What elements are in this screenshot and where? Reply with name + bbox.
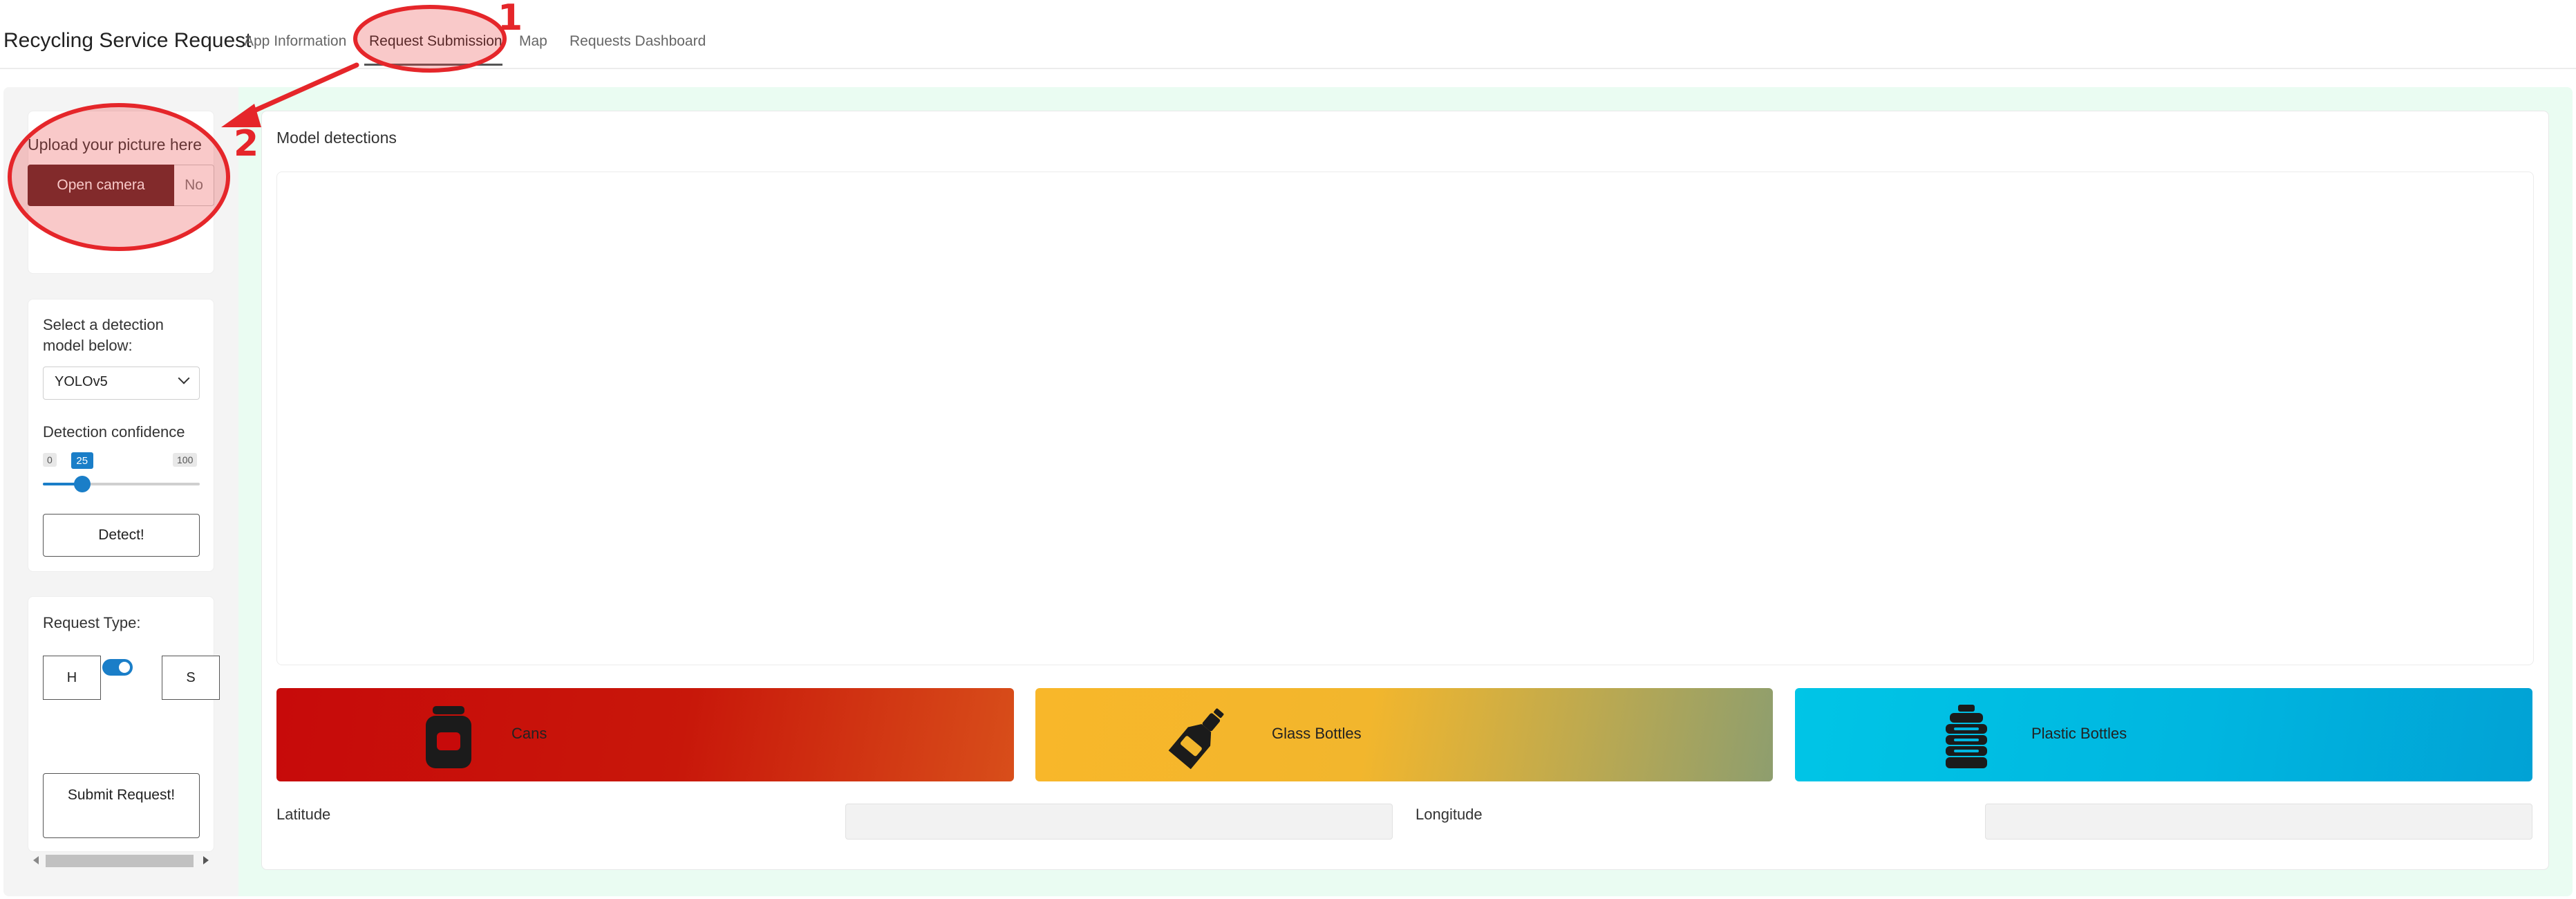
slider-min-label: 0 xyxy=(43,453,57,467)
request-type-label: Request Type: xyxy=(43,614,141,631)
slider-max-label: 100 xyxy=(173,453,198,467)
detect-button[interactable]: Detect! xyxy=(43,514,200,557)
confidence-label: Detection confidence xyxy=(43,423,185,441)
annotation-number-2: 2 xyxy=(234,123,259,165)
request-type-h-button[interactable]: H xyxy=(43,656,101,700)
can-icon xyxy=(426,706,471,768)
model-select-label: Select a detection model below: xyxy=(43,316,164,354)
latitude-field[interactable] xyxy=(845,804,1393,840)
request-type-s-label: S xyxy=(186,669,196,685)
scrollbar-thumb[interactable] xyxy=(46,855,194,867)
request-type-toggle[interactable] xyxy=(102,659,133,676)
chevron-down-icon xyxy=(178,372,190,384)
active-tab-indicator xyxy=(364,64,502,66)
plastic-bottles-category-card[interactable]: Plastic Bottles xyxy=(1795,688,2532,781)
longitude-label: Longitude xyxy=(1416,806,1483,823)
app-title: Recycling Service Request xyxy=(3,29,252,52)
glass-bottles-label: Glass Bottles xyxy=(1272,725,1362,742)
sidebar-horizontal-scrollbar[interactable] xyxy=(30,853,211,869)
scroll-left-arrow-icon[interactable] xyxy=(33,856,39,864)
plastic-bottle-icon xyxy=(1946,705,1987,768)
plastic-bottles-label: Plastic Bottles xyxy=(2031,725,2127,742)
cans-label: Cans xyxy=(511,725,547,742)
model-select-value: YOLOv5 xyxy=(55,374,108,389)
slider-value-badge: 25 xyxy=(70,452,93,469)
submit-request-button[interactable]: Submit Request! xyxy=(43,773,200,838)
glass-bottles-category-card[interactable]: Glass Bottles xyxy=(1035,688,1773,781)
file-status-field[interactable]: No xyxy=(174,165,214,206)
tab-map[interactable]: Map xyxy=(519,33,547,50)
scroll-right-arrow-icon[interactable] xyxy=(203,856,209,864)
longitude-field[interactable] xyxy=(1985,804,2532,840)
cans-category-card[interactable]: Cans xyxy=(276,688,1014,781)
confidence-slider-handle[interactable] xyxy=(73,476,91,492)
model-select[interactable]: YOLOv5 xyxy=(43,367,200,400)
tab-app-information[interactable]: App Information xyxy=(244,33,346,50)
glass-bottle-icon xyxy=(1168,708,1224,770)
annotation-number-1: 1 xyxy=(498,0,523,39)
model-detections-label: Model detections xyxy=(276,129,397,147)
upload-label: Upload your picture here xyxy=(28,136,202,154)
tab-request-submission[interactable]: Request Submission xyxy=(369,33,502,50)
detections-image-area xyxy=(276,172,2534,665)
tab-requests-dashboard[interactable]: Requests Dashboard xyxy=(570,33,706,50)
top-navbar: Recycling Service Request App Informatio… xyxy=(0,0,2576,69)
open-camera-button[interactable]: Open camera xyxy=(28,165,174,206)
latitude-label: Latitude xyxy=(276,806,331,823)
request-type-s-button[interactable]: S xyxy=(162,656,220,700)
